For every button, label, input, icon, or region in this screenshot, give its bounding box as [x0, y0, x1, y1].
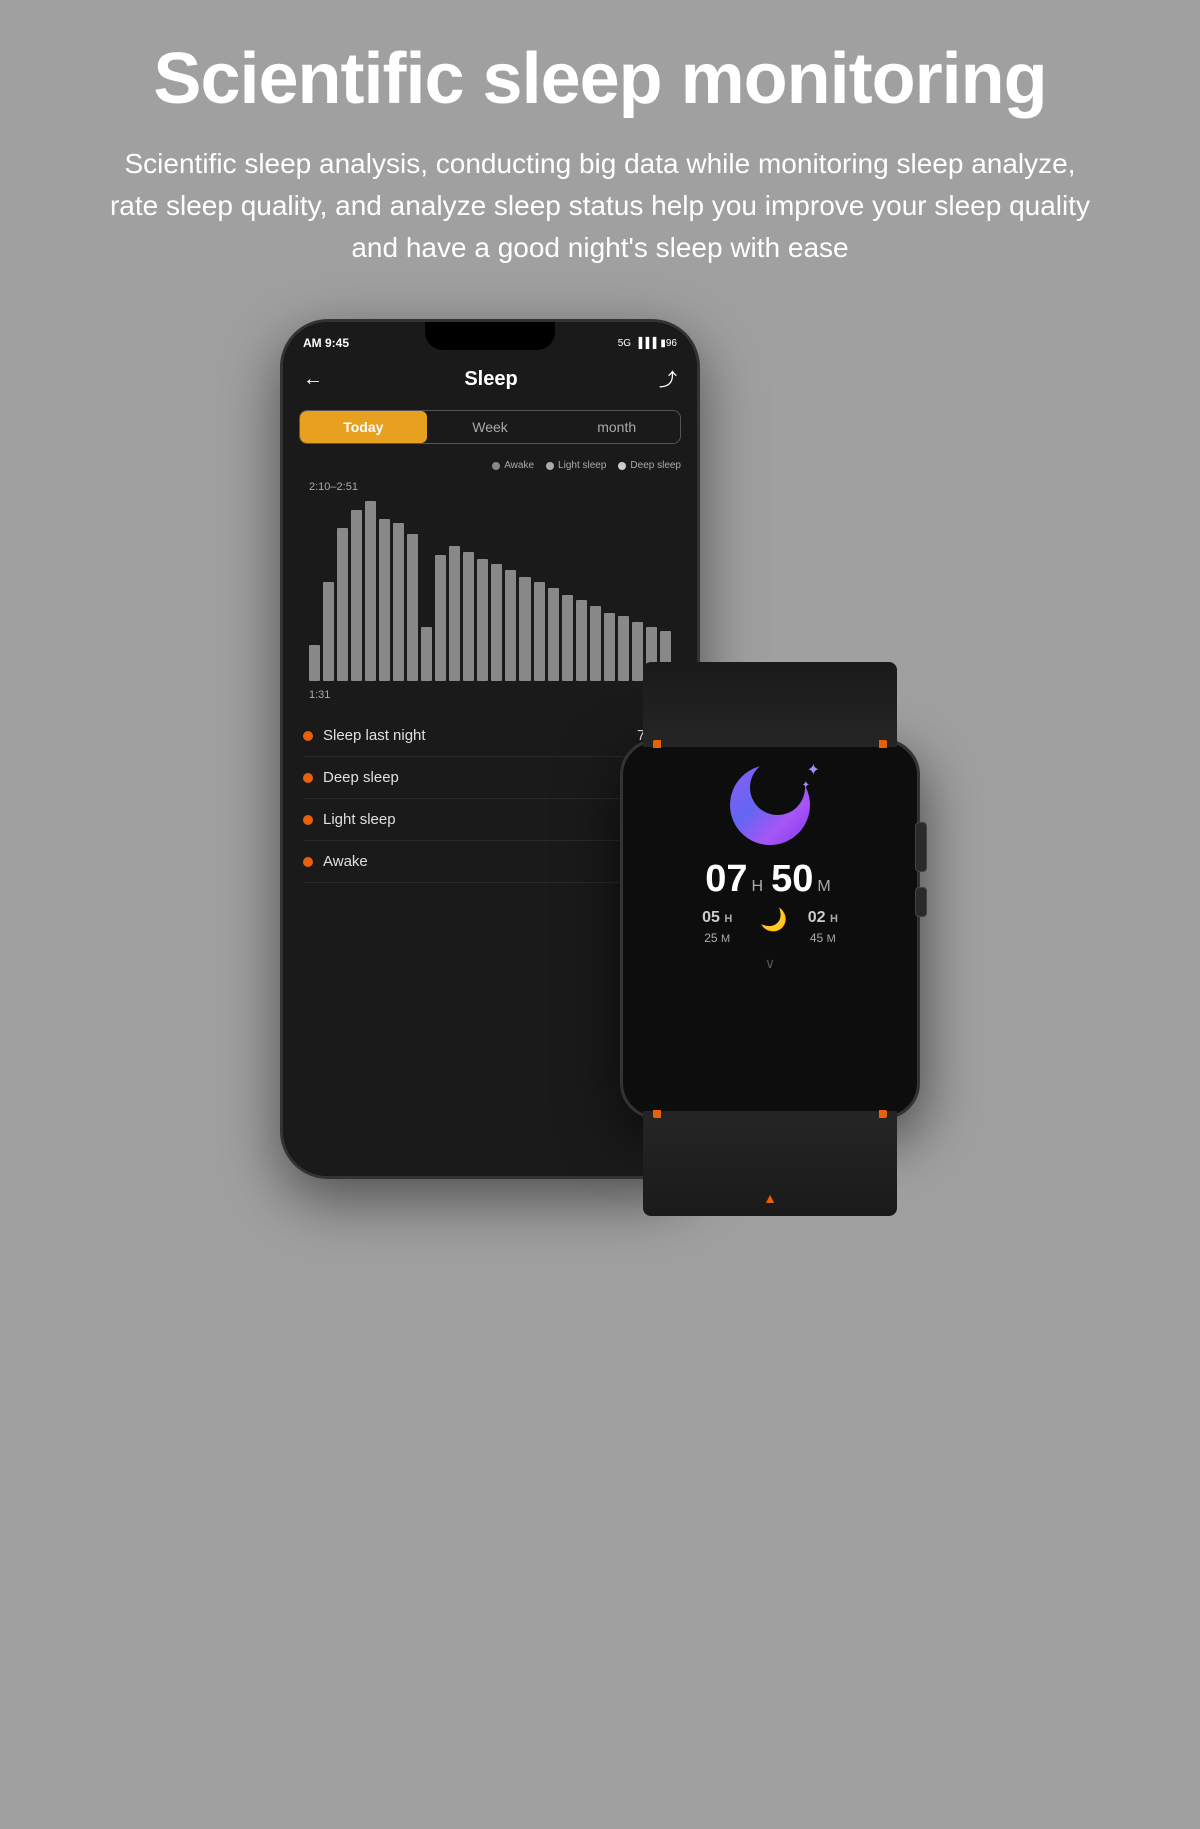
watch-lug-tl [653, 740, 661, 748]
watch-minutes: 50 [771, 858, 813, 901]
watch-sub-left: 05 H 25 M [702, 907, 732, 947]
bar [435, 555, 446, 681]
watch-hours-unit: H [752, 878, 764, 896]
bar [534, 582, 545, 681]
star-icon-1: ✦ [807, 760, 820, 780]
sleep-chart: 2:10–2:51 [299, 481, 681, 701]
bar [309, 645, 320, 681]
bar [379, 519, 390, 681]
moon-icon: 🌙 [760, 907, 787, 947]
header-section: Scientific sleep monitoring Scientific s… [100, 40, 1100, 269]
watch-band-bottom [643, 1111, 897, 1216]
watch-moon-graphic: ✦ ✦ [720, 760, 820, 850]
stat-label: Sleep last night [323, 727, 426, 744]
chart-x-start: 1:31 [309, 689, 330, 701]
chart-x-labels: 1:31 8:33 [309, 689, 671, 701]
bar [576, 600, 587, 681]
stat-sleep-last-night: Sleep last night 7H2M [303, 715, 677, 757]
stat-label: Deep sleep [323, 769, 399, 786]
watch-sub-left-m: 25 M [704, 931, 730, 945]
light-sleep-dot [546, 462, 554, 470]
bar [519, 577, 530, 681]
legend-awake: Awake [492, 460, 534, 471]
signal-icon: ▐▐▐ [635, 338, 656, 349]
watch-lug-tr [879, 740, 887, 748]
stat-dot [303, 857, 313, 867]
watch-band-top [643, 662, 897, 747]
status-time: AM 9:45 [303, 336, 349, 350]
phone-notch [425, 322, 555, 350]
chart-legend: Awake Light sleep Deep sleep [283, 454, 697, 477]
bar [351, 510, 362, 681]
stat-dot [303, 773, 313, 783]
awake-dot [492, 462, 500, 470]
main-title: Scientific sleep monitoring [100, 40, 1100, 119]
app-title: Sleep [464, 368, 517, 391]
bar [632, 622, 643, 681]
tab-month[interactable]: month [553, 411, 680, 443]
watch-time-main: 07 H 50 M [705, 858, 834, 901]
star-icon-2: ✦ [802, 780, 810, 791]
tab-week[interactable]: Week [427, 411, 554, 443]
bar [393, 523, 404, 681]
bar [562, 595, 573, 681]
battery-icon: ▮96 [660, 338, 677, 349]
watch-crown [915, 822, 927, 872]
watch-lug-bl [653, 1110, 661, 1118]
bar [477, 559, 488, 681]
bar [421, 627, 432, 681]
bar [618, 616, 629, 681]
legend-light-sleep: Light sleep [546, 460, 606, 471]
bar [604, 613, 615, 681]
watch-hours: 07 [705, 858, 747, 901]
stat-dot [303, 815, 313, 825]
bar [323, 582, 334, 681]
watch-mockup: ✦ ✦ 07 H 50 M 05 H 25 M [620, 739, 920, 1119]
bar [505, 570, 516, 682]
bar [337, 528, 348, 681]
tab-today[interactable]: Today [300, 411, 427, 443]
chevron-down-icon: ∨ [765, 955, 775, 972]
share-button[interactable]: ⤴ [659, 366, 677, 392]
devices-section: AM 9:45 5G ▐▐▐ ▮96 ← Sleep ⤴ Today We [60, 319, 1140, 1179]
back-button[interactable]: ← [303, 368, 323, 391]
bar [548, 588, 559, 682]
status-icons: 5G ▐▐▐ ▮96 [618, 338, 677, 349]
chart-time-range: 2:10–2:51 [309, 481, 358, 493]
bar [463, 552, 474, 682]
bar [407, 534, 418, 682]
stat-label: Awake [323, 853, 368, 870]
stat-dot [303, 731, 313, 741]
bar [590, 606, 601, 682]
watch-sub-right: 02 H 45 M [808, 907, 838, 947]
bar [491, 564, 502, 681]
moon-crescent [750, 760, 805, 815]
watch-minutes-unit: M [817, 878, 830, 896]
watch-sub-right-m: 45 M [810, 931, 836, 945]
tabs-container: Today Week month [299, 410, 681, 444]
watch-crown-2 [915, 887, 927, 917]
legend-deep-sleep: Deep sleep [618, 460, 681, 471]
bar [365, 501, 376, 681]
watch-screen: ✦ ✦ 07 H 50 M 05 H 25 M [623, 742, 917, 1116]
watch-lug-br [879, 1110, 887, 1118]
app-header: ← Sleep ⤴ [283, 358, 697, 400]
watch-sub-right-h: 02 H [808, 907, 838, 929]
bar [449, 546, 460, 681]
stat-label: Light sleep [323, 811, 396, 828]
watch-time-sub: 05 H 25 M 🌙 02 H 45 M [702, 907, 838, 947]
subtitle: Scientific sleep analysis, conducting bi… [100, 143, 1100, 269]
network-icon: 5G [618, 338, 631, 349]
deep-sleep-dot [618, 462, 626, 470]
watch-sub-left-h: 05 H [702, 907, 732, 929]
chart-bars [309, 501, 671, 681]
